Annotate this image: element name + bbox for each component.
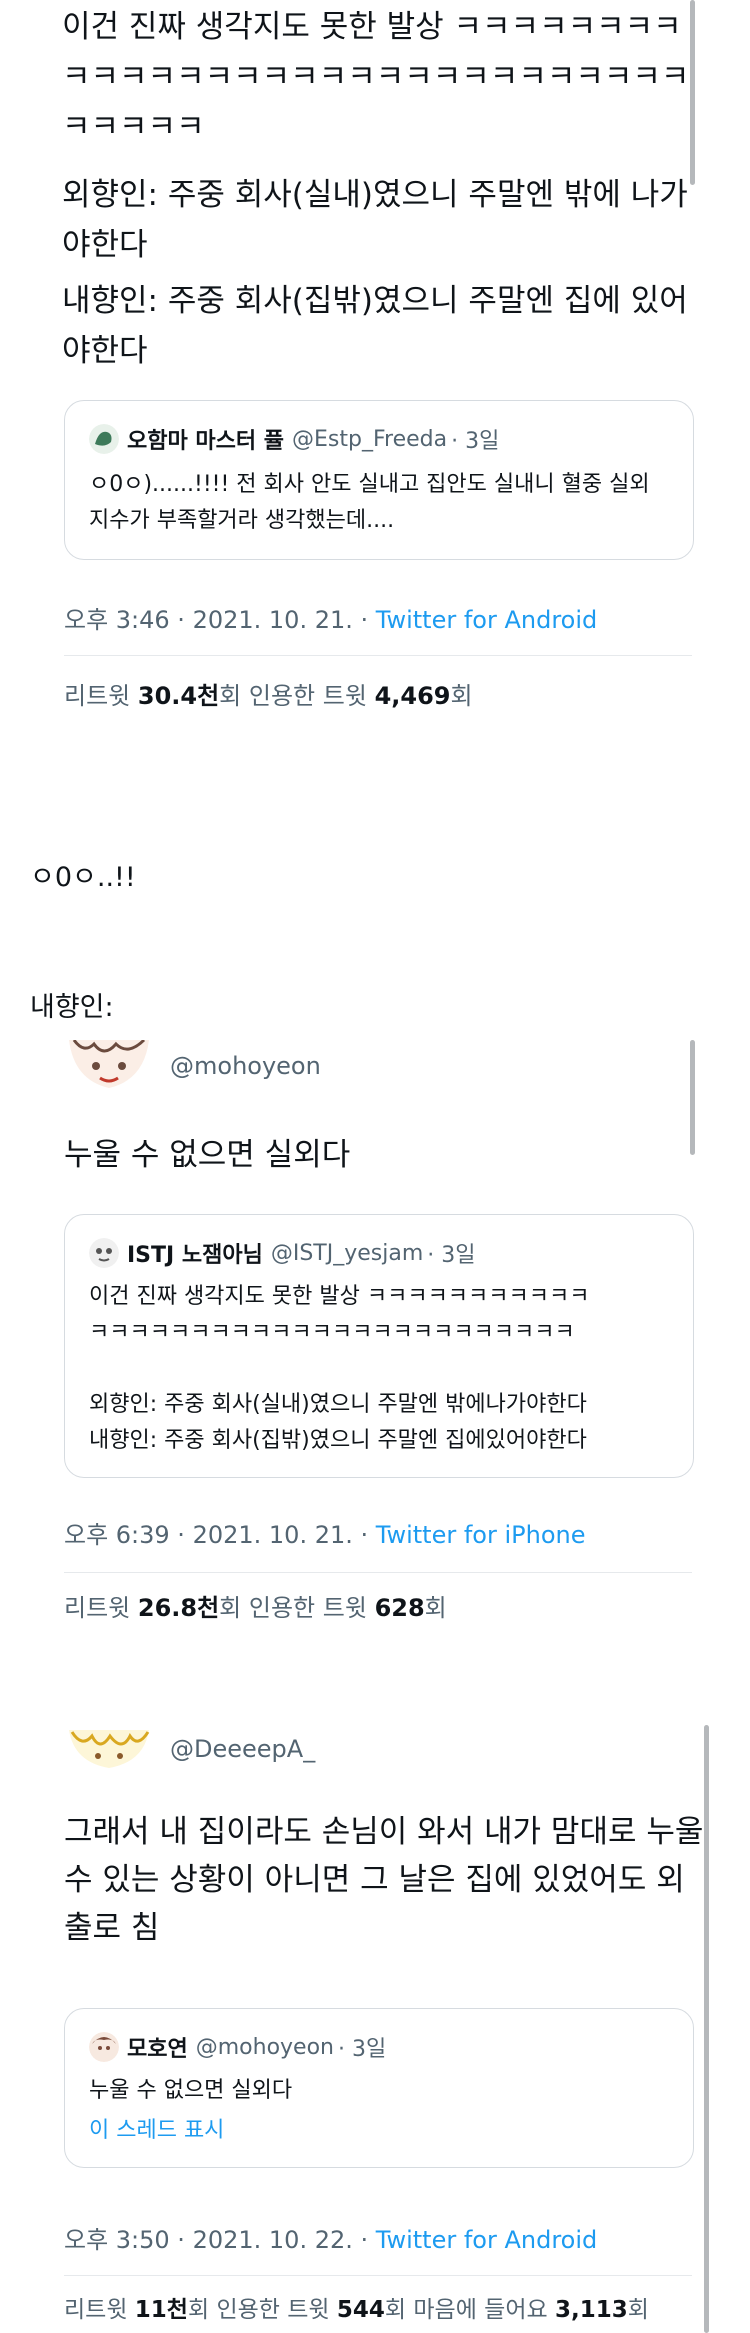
tweet-meta: 오후 3:46 · 2021. 10. 21. · Twitter for An… [64, 600, 597, 635]
quoted-author-name[interactable]: 모호연 [127, 2031, 188, 2063]
tweet-body-line: 외향인: 주중 회사(실내)였으니 주말엔 밖에 나가야한다 [62, 177, 688, 263]
tweet-source-link[interactable]: Twitter for iPhone [376, 1521, 586, 1549]
quoted-author-handle[interactable]: @ISTJ_yesjam [271, 1241, 423, 1266]
tweet-stats: 리트윗 11천회 인용한 트윗 544회 마음에 들어요 3,113회 [64, 2290, 649, 2324]
caption-reaction: ㅇ0ㅇ..!! [30, 862, 136, 893]
tweet-stats: 리트윗 26.8천회 인용한 트윗 628회 [64, 1588, 447, 1623]
quoted-tweet[interactable]: 오함마 마스터 퓰 @Estp_Freeda · 3일 ㅇ0ㅇ)......!!… [64, 400, 694, 560]
tweet-body: 그래서 내 집이라도 손님이 와서 내가 맘대로 누울 수 있는 상황이 아니면… [64, 1814, 704, 1946]
quote-count[interactable]: 인용한 트윗 544회 [216, 2297, 413, 2323]
quoted-body-line: 내향인: 주중 회사(집밖)였으니 주말엔 집에있어야한다 [89, 1428, 587, 1453]
quote-count[interactable]: 인용한 트윗 628회 [249, 1594, 447, 1622]
avatar [89, 2032, 119, 2062]
quoted-body: ㅇ0ㅇ)......!!!! 전 회사 안도 실내고 집안도 실내니 혈중 실외… [89, 472, 650, 533]
tweet-body: 이건 진짜 생각지도 못한 발상 ㅋㅋㅋㅋㅋㅋㅋㅋㅋㅋㅋㅋㅋㅋㅋㅋㅋㅋㅋㅋㅋㅋㅋ… [62, 9, 690, 145]
quoted-time: · 3일 [338, 2037, 387, 2062]
show-thread-link[interactable]: 이 스레드 표시 [89, 2113, 224, 2149]
quoted-time: · 3일 [451, 429, 500, 454]
quoted-time: · 3일 [427, 1243, 476, 1268]
quoted-author-name[interactable]: 오함마 마스터 퓰 [127, 423, 284, 455]
tweet-meta: 오후 6:39 · 2021. 10. 21. · Twitter for iP… [64, 1515, 585, 1550]
tweet-meta: 오후 3:50 · 2021. 10. 22. · Twitter for An… [64, 2220, 597, 2255]
quoted-author-name[interactable]: ISTJ 노잼아님 [127, 1237, 263, 1269]
tweet-timestamp[interactable]: 오후 3:50 · 2021. 10. 22. · [64, 2226, 376, 2254]
scrollbar[interactable] [704, 1725, 709, 2333]
quoted-body-line: 이건 진짜 생각지도 못한 발상 ㅋㅋㅋㅋㅋㅋㅋㅋㅋㅋㅋ [89, 1284, 590, 1309]
quoted-tweet[interactable]: ISTJ 노잼아님 @ISTJ_yesjam · 3일 이건 진짜 생각지도 못… [64, 1214, 694, 1478]
quoted-body: 누울 수 없으면 실외다 [89, 2078, 293, 2103]
divider [64, 2275, 692, 2276]
tweet-source-link[interactable]: Twitter for Android [376, 2226, 597, 2254]
tweet-source-link[interactable]: Twitter for Android [376, 606, 597, 634]
author-handle[interactable]: @mohoyeon [170, 1052, 321, 1080]
tweet-body: 누울 수 없으면 실외다 [64, 1137, 351, 1173]
author-handle[interactable]: @DeeeepA_ [170, 1735, 315, 1763]
quoted-body-line: ㅋㅋㅋㅋㅋㅋㅋㅋㅋㅋㅋㅋㅋㅋㅋㅋㅋㅋㅋㅋㅋㅋㅋㅋ [89, 1320, 575, 1345]
tweet-body-line: 내향인: 주중 회사(집밖)였으니 주말엔 집에 있어야한다 [62, 283, 688, 369]
retweet-count[interactable]: 리트윗 11천회 [64, 2297, 216, 2323]
scrollbar[interactable] [690, 1040, 695, 1155]
retweet-count[interactable]: 리트윗 26.8천회 [64, 1594, 249, 1622]
avatar[interactable] [64, 1040, 154, 1090]
avatar [89, 424, 119, 454]
tweet-timestamp[interactable]: 오후 3:46 · 2021. 10. 21. · [64, 606, 376, 634]
avatar[interactable] [64, 1730, 154, 1770]
tweet-stats: 리트윗 30.4천회 인용한 트윗 4,469회 [64, 676, 473, 711]
like-count[interactable]: 마음에 들어요 3,113회 [413, 2297, 649, 2323]
retweet-count[interactable]: 리트윗 30.4천회 [64, 682, 249, 710]
caption-label: 내향인: [30, 992, 114, 1023]
tweet-timestamp[interactable]: 오후 6:39 · 2021. 10. 21. · [64, 1521, 376, 1549]
divider [64, 655, 692, 656]
quoted-author-handle[interactable]: @mohoyeon [196, 2035, 334, 2060]
quoted-author-handle[interactable]: @Estp_Freeda [292, 427, 447, 452]
quoted-body-line: 외향인: 주중 회사(실내)였으니 주말엔 밖에나가야한다 [89, 1392, 587, 1417]
quote-count[interactable]: 인용한 트윗 4,469회 [249, 682, 473, 710]
divider [64, 1572, 692, 1573]
avatar [89, 1238, 119, 1268]
quoted-tweet[interactable]: 모호연 @mohoyeon · 3일 누울 수 없으면 실외다 이 스레드 표시 [64, 2008, 694, 2168]
